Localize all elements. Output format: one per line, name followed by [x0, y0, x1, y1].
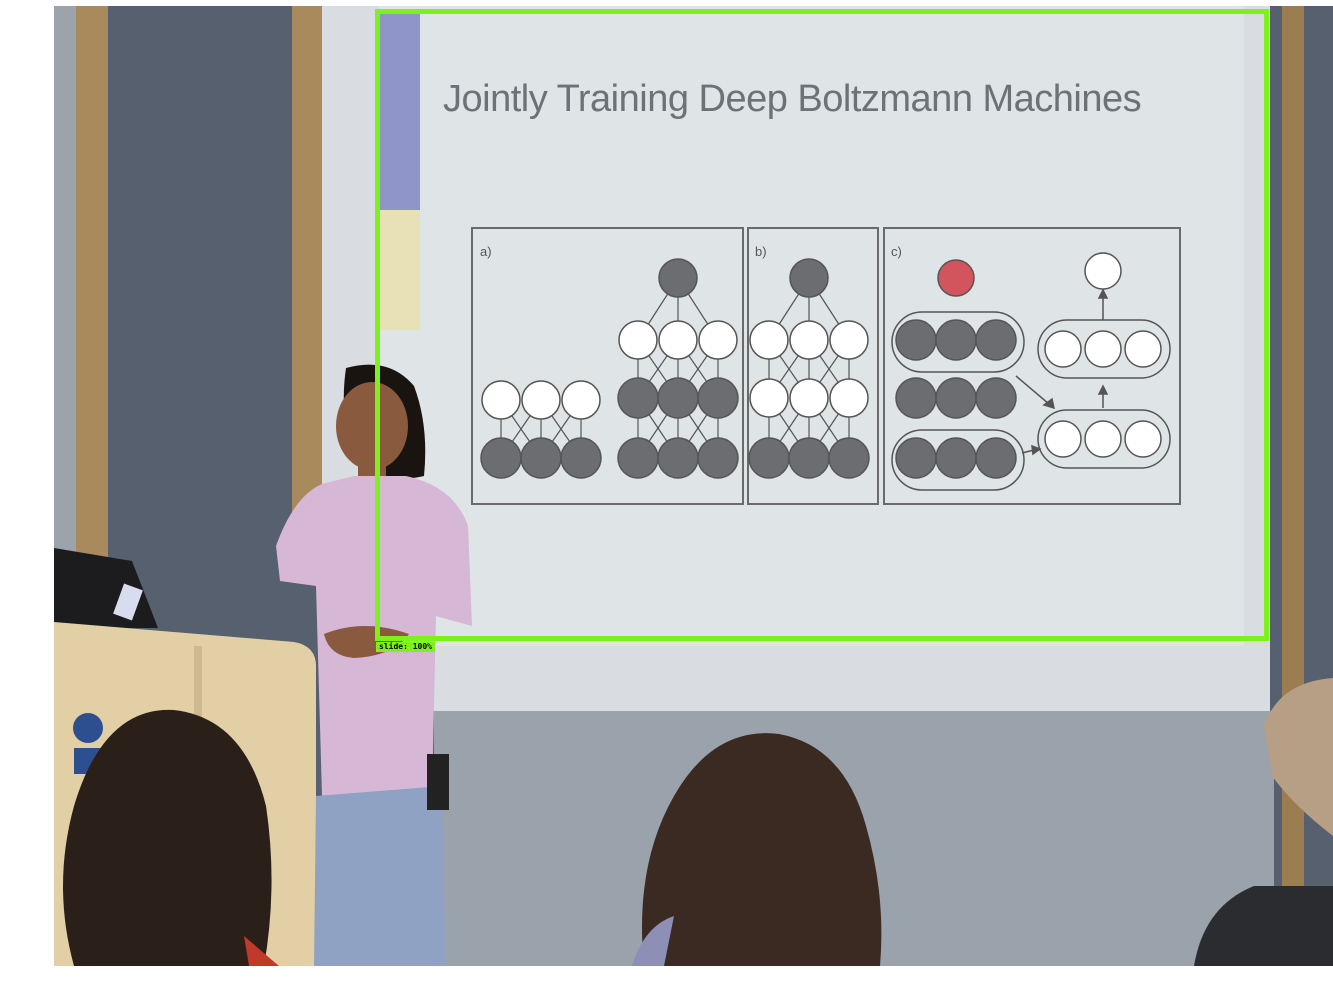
lecture-photo: a) b) c) Jointly Training Deep Boltzmann…	[54, 6, 1333, 966]
center-wood-post	[292, 6, 324, 526]
presenter-jeans	[314, 786, 446, 966]
slide-detection-box	[375, 9, 1269, 641]
left-wood-post	[76, 6, 108, 606]
wireless-mic-pack	[427, 754, 449, 810]
institute-logo	[73, 713, 103, 743]
slide-detection-label: slide: 100%	[376, 642, 435, 652]
